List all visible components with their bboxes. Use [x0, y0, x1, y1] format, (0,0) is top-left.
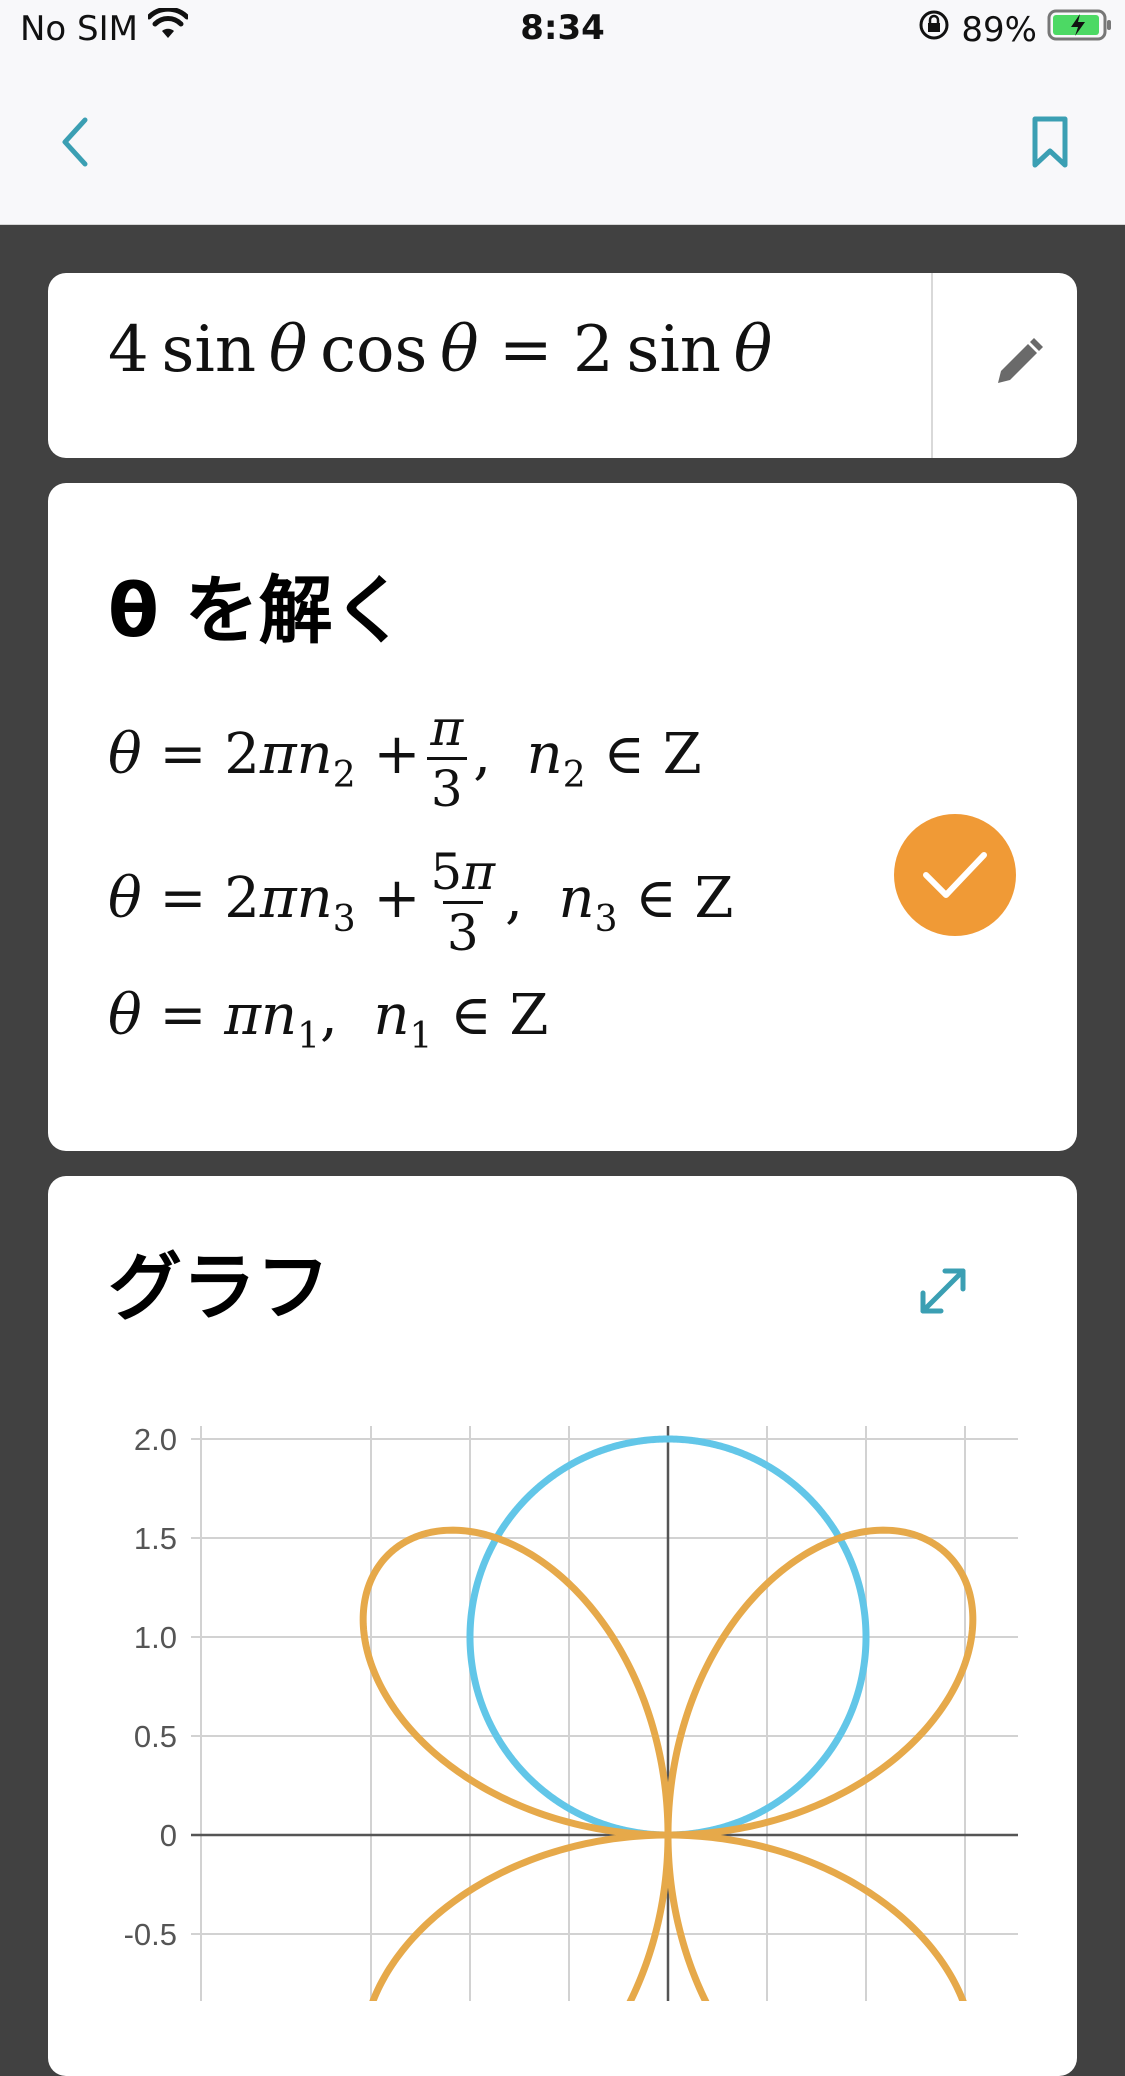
problem-card: 4 sin θ cos θ = 2 sin θ	[48, 273, 1077, 458]
y-tick-label: 0	[160, 1818, 177, 1853]
divider	[931, 273, 933, 458]
y-tick-label: -0.5	[124, 1917, 177, 1952]
problem-equation: 4 sin θ cos θ = 2 sin θ	[108, 313, 773, 387]
bookmark-button[interactable]	[1010, 102, 1090, 182]
y-tick-label: 2.0	[134, 1422, 177, 1457]
solution-line-2: θ = 2πn3 + 5π 3 , n3 ∈ Z	[108, 843, 734, 962]
y-tick-label: 1.0	[134, 1620, 177, 1655]
verified-badge[interactable]	[894, 814, 1016, 936]
back-button[interactable]	[40, 102, 110, 182]
pencil-icon	[998, 338, 1043, 383]
polar-graph[interactable]: 2.0 1.5 1.0 0.5 0 -0.5	[48, 1176, 1077, 2001]
battery-icon	[1047, 8, 1113, 51]
status-bar: No SIM 8:34 89%	[0, 0, 1125, 62]
y-tick-label: 0.5	[134, 1719, 177, 1754]
solution-title: θ を解く	[108, 568, 407, 654]
solution-line-1: θ = 2πn2 + π3 , n2 ∈ Z	[108, 699, 702, 818]
solution-line-3: θ = πn1, n1 ∈ Z	[108, 983, 549, 1057]
edit-button[interactable]	[978, 323, 1058, 403]
nav-bar	[0, 62, 1125, 225]
orientation-lock-icon	[917, 8, 951, 51]
graph-card: グラフ 2.0 1.5 1.0 0.5 0 -0.5	[48, 1176, 1077, 2076]
status-right: 89%	[917, 8, 1113, 51]
chevron-left-icon	[62, 117, 88, 167]
battery-percent: 89%	[961, 9, 1037, 50]
checkmark-icon	[923, 852, 987, 898]
bookmark-icon	[1032, 116, 1068, 168]
solution-card: θ を解く θ = 2πn2 + π3 , n2 ∈ Z θ = 2πn3 + …	[48, 483, 1077, 1151]
y-tick-label: 1.5	[134, 1521, 177, 1556]
